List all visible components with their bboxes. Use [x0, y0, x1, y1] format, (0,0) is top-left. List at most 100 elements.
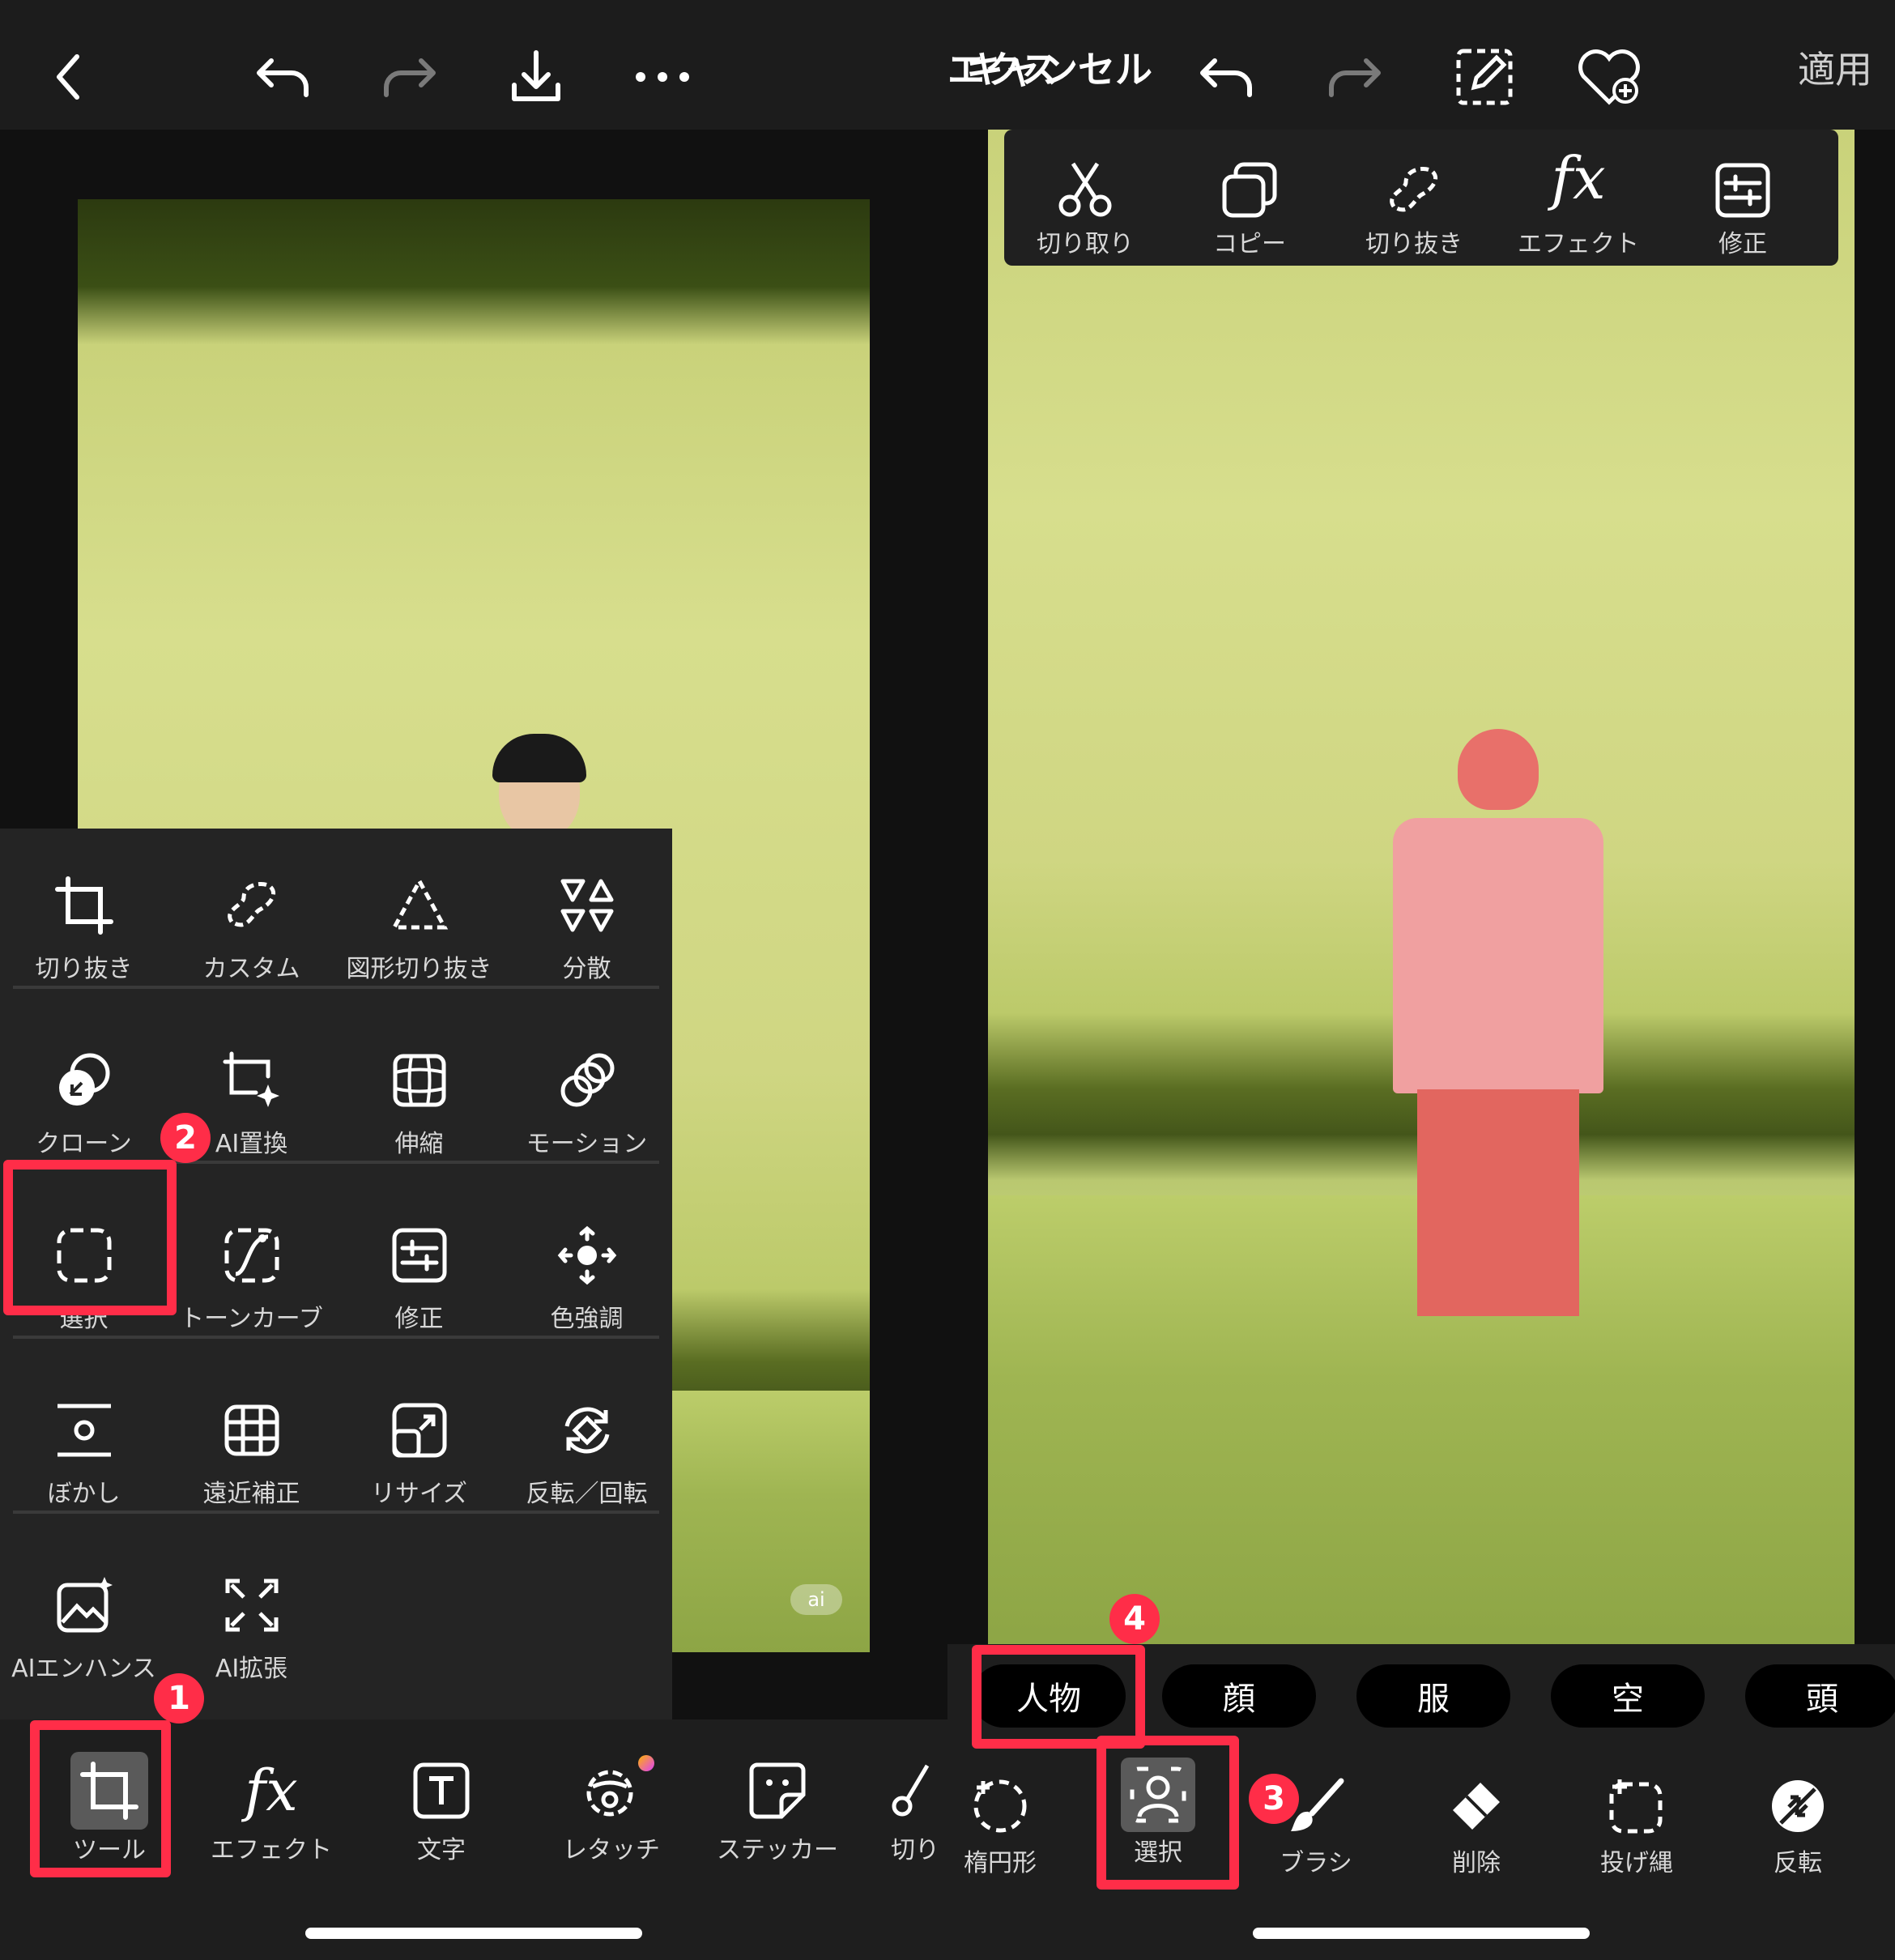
divider	[13, 1510, 659, 1514]
cancel-button[interactable]: キャンセル	[966, 40, 1152, 94]
tool-label: ブラシ	[1280, 1849, 1352, 1877]
tool-custom[interactable]: カスタム	[168, 853, 335, 1015]
tool-label: 切り抜き	[35, 955, 133, 983]
tab-cut[interactable]: 切り	[891, 1752, 948, 1865]
stretch-icon	[335, 1028, 503, 1109]
more-icon[interactable]	[626, 36, 699, 117]
tab-text[interactable]: 文字	[381, 1752, 502, 1865]
crop-icon	[0, 853, 168, 935]
tab-label: 文字	[417, 1836, 466, 1864]
menu-label: 切り取り	[1037, 230, 1134, 258]
tool-label: モーション	[526, 1130, 648, 1158]
person-shirt-selected	[1393, 818, 1603, 1093]
flip-rotate-icon	[503, 1378, 671, 1459]
undo-icon[interactable]	[1190, 36, 1263, 117]
tool-label: 投げ縄	[1600, 1849, 1673, 1877]
tool-blur[interactable]: ぼかし	[0, 1378, 168, 1540]
chip-head[interactable]: 頭	[1745, 1664, 1895, 1728]
ellipse-select-icon	[948, 1770, 1053, 1843]
tool-disperse[interactable]: 分散	[503, 853, 671, 1015]
menu-label: 切り抜き	[1365, 230, 1463, 258]
tool-stretch[interactable]: 伸縮	[335, 1028, 503, 1190]
menu-cutout[interactable]: 切り抜き	[1341, 130, 1487, 266]
tool-invert[interactable]: 反転	[1745, 1770, 1850, 1878]
tab-label: レタッチ	[563, 1836, 660, 1864]
redo-icon[interactable]	[1318, 36, 1390, 117]
tool-resize[interactable]: リサイズ	[335, 1378, 503, 1540]
tool-lasso[interactable]: 投げ縄	[1584, 1770, 1689, 1878]
menu-copy[interactable]: コピー	[1177, 130, 1322, 266]
tool-label: 遠近補正	[202, 1480, 300, 1508]
lasso-icon	[1584, 1770, 1689, 1843]
top-toolbar: エクス キャンセル 適用	[948, 0, 1895, 130]
tool-label: クローン	[36, 1130, 132, 1158]
redo-icon[interactable]	[373, 36, 445, 117]
highlight-tools-tab	[30, 1720, 171, 1877]
blur-icon	[0, 1378, 168, 1459]
photo-canvas[interactable]	[988, 130, 1855, 1652]
highlight-person-chip	[972, 1645, 1145, 1749]
tool-label: 修正	[394, 1305, 444, 1333]
tool-label: 伸縮	[394, 1130, 444, 1158]
selection-context-menu: 切り取り コピー 切り抜き fx エフェクト 修正	[1004, 130, 1838, 266]
divider	[13, 986, 659, 989]
tool-ai-enhance[interactable]: AIエンハンス	[0, 1553, 168, 1715]
scissors-icon	[891, 1752, 948, 1830]
tab-retouch[interactable]: レタッチ	[551, 1752, 672, 1865]
step-badge-2: 2	[160, 1113, 211, 1163]
tool-label: ぼかし	[47, 1480, 121, 1508]
apply-button[interactable]: 適用	[1798, 40, 1872, 94]
fx-icon: fx	[1551, 144, 1606, 212]
step-badge-1: 1	[154, 1673, 204, 1724]
undo-icon[interactable]	[247, 36, 320, 117]
tab-label: 切り	[891, 1836, 939, 1864]
chip-clothes[interactable]: 服	[1356, 1664, 1510, 1728]
tool-perspective[interactable]: 遠近補正	[168, 1378, 335, 1540]
menu-cut[interactable]: 切り取り	[1012, 130, 1158, 266]
tab-label: ステッカー	[717, 1836, 838, 1864]
favorite-add-icon[interactable]	[1573, 36, 1646, 117]
shape-crop-icon	[335, 853, 503, 934]
ai-expand-icon	[168, 1553, 335, 1634]
ai-watermark: ai	[790, 1584, 842, 1615]
menu-effect[interactable]: fx エフェクト	[1505, 130, 1651, 266]
highlight-select-tool	[3, 1160, 177, 1315]
ai-enhance-icon	[0, 1553, 168, 1634]
tab-effects[interactable]: fx エフェクト	[207, 1752, 336, 1865]
tool-tone-curve[interactable]: トーンカーブ	[168, 1203, 335, 1365]
tool-label: AIエンハンス	[11, 1655, 156, 1683]
tab-label: エフェクト	[211, 1836, 332, 1864]
tool-label: 反転	[1774, 1849, 1822, 1877]
tool-label: 色強調	[550, 1305, 624, 1333]
tool-flip-rotate[interactable]: 反転／回転	[503, 1378, 671, 1540]
tool-label: 分散	[562, 955, 611, 983]
person-head-selected	[1458, 729, 1539, 810]
tool-motion[interactable]: モーション	[503, 1028, 671, 1190]
tool-ellipse[interactable]: 楕円形	[948, 1770, 1053, 1878]
eraser-icon	[1424, 1770, 1529, 1843]
menu-adjust[interactable]: 修正	[1670, 130, 1816, 266]
invert-icon	[1745, 1770, 1850, 1843]
tool-erase[interactable]: 削除	[1424, 1770, 1529, 1878]
menu-label: コピー	[1213, 230, 1286, 258]
tool-adjust[interactable]: 修正	[335, 1203, 503, 1365]
text-icon	[381, 1752, 502, 1830]
step-badge-3: 3	[1249, 1774, 1299, 1824]
disperse-icon	[503, 853, 671, 934]
tool-shape-crop[interactable]: 図形切り抜き	[335, 853, 503, 1015]
edit-selection-icon[interactable]	[1448, 36, 1521, 117]
highlight-person-select	[1097, 1736, 1239, 1890]
adjust-icon	[335, 1203, 503, 1284]
back-icon[interactable]	[32, 36, 105, 117]
ai-replace-icon	[168, 1028, 335, 1109]
chip-sky[interactable]: 空	[1551, 1664, 1705, 1728]
tool-crop[interactable]: 切り抜き	[0, 853, 168, 1015]
download-icon[interactable]	[500, 36, 573, 117]
sticker-icon	[713, 1752, 842, 1830]
tool-label: 楕円形	[964, 1849, 1037, 1877]
chip-face[interactable]: 顔	[1162, 1664, 1316, 1728]
tool-ai-replace[interactable]: AI置換	[168, 1028, 335, 1190]
tool-label: 削除	[1452, 1849, 1501, 1877]
tool-color-splash[interactable]: 色強調	[503, 1203, 671, 1365]
tab-sticker[interactable]: ステッカー	[713, 1752, 842, 1865]
